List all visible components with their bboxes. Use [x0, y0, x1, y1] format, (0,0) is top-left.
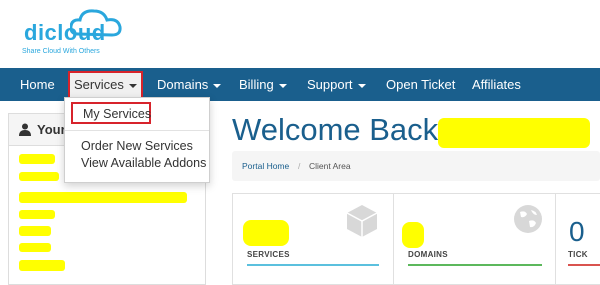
menu-divider	[65, 130, 209, 131]
tile-accent-bar	[568, 264, 600, 266]
breadcrumb: Portal Home / Client Area	[232, 151, 600, 181]
tile-tickets[interactable]: 0 TICK	[556, 194, 600, 284]
menu-item-view-available-addons[interactable]: View Available Addons	[65, 155, 209, 171]
menu-item-order-new-services[interactable]: Order New Services	[65, 138, 209, 154]
tile-count: 0	[569, 216, 585, 247]
breadcrumb-client-area: Client Area	[309, 161, 351, 171]
services-dropdown-menu: My Services Order New Services View Avai…	[64, 97, 210, 183]
menu-item-my-services[interactable]: My Services	[71, 102, 151, 124]
tile-services[interactable]: SERVICES	[233, 194, 394, 284]
logo[interactable]: dicloud Share Cloud With Others	[22, 6, 122, 60]
tile-accent-bar	[408, 264, 542, 266]
logo-wordmark: dicloud	[24, 20, 106, 45]
redacted-highlight	[19, 192, 187, 203]
nav-services[interactable]: Services	[68, 71, 143, 99]
redacted-highlight	[19, 210, 55, 219]
tile-accent-bar	[247, 264, 379, 266]
tile-domains[interactable]: DOMAINS	[394, 194, 556, 284]
chevron-down-icon	[128, 83, 137, 88]
redacted-highlight	[19, 243, 51, 252]
nav-billing[interactable]: Billing	[239, 68, 287, 101]
redacted-highlight	[19, 154, 55, 164]
cube-icon	[346, 205, 378, 237]
redacted-highlight	[19, 260, 65, 271]
stats-tiles: SERVICES DOMAINS 0 TICK	[232, 193, 600, 285]
breadcrumb-separator: /	[298, 161, 301, 171]
chevron-down-icon	[357, 83, 366, 88]
nav-support[interactable]: Support	[307, 68, 366, 101]
redacted-highlight	[19, 172, 59, 181]
panel-title: Your	[37, 122, 66, 137]
redacted-highlight	[19, 226, 51, 236]
tile-label: TICK	[568, 250, 588, 259]
site-header: dicloud Share Cloud With Others	[0, 0, 600, 68]
nav-open-ticket[interactable]: Open Ticket	[386, 68, 455, 101]
chevron-down-icon	[213, 83, 222, 88]
tile-label: DOMAINS	[408, 250, 448, 259]
page-title: Welcome Back,	[232, 112, 447, 147]
nav-affiliates[interactable]: Affiliates	[472, 68, 521, 101]
user-icon	[19, 123, 31, 136]
globe-icon	[514, 205, 542, 233]
redacted-highlight	[402, 222, 424, 248]
nav-home[interactable]: Home	[20, 68, 55, 101]
redacted-highlight	[243, 220, 289, 246]
redacted-highlight	[438, 118, 590, 148]
tile-label: SERVICES	[247, 250, 290, 259]
logo-tagline: Share Cloud With Others	[22, 48, 100, 55]
breadcrumb-portal-home[interactable]: Portal Home	[242, 151, 289, 181]
chevron-down-icon	[278, 83, 287, 88]
